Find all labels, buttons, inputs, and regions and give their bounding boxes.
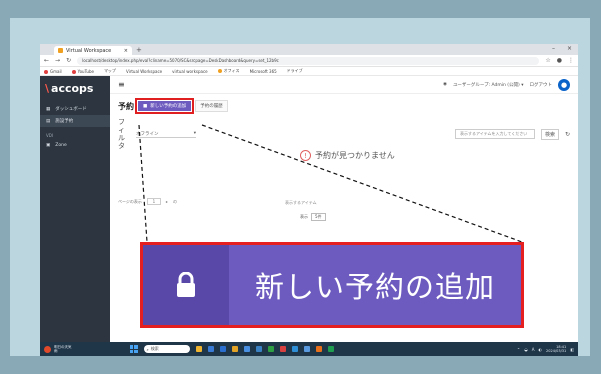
search-input[interactable]: 表示するアイテムを入力してください [454,129,535,139]
bookmark-item[interactable]: virtual workspace [172,69,207,74]
windows-start-icon[interactable] [129,345,138,353]
sidebar-item-reservations[interactable]: ▤ 施設予約 [40,115,110,127]
bookmark-item[interactable]: Microsoft 365 [250,69,277,74]
filter-label: フィルタ [118,118,125,150]
app-icon[interactable] [279,346,286,352]
taskbar-search-input[interactable]: ⌕ 検索 [143,345,190,353]
avatar[interactable]: ● [558,78,570,91]
zoom-callout: 新しい予約の追加 [140,242,524,328]
history-button[interactable]: 予約の履歴 [195,100,228,112]
file-explorer-icon[interactable] [195,346,202,352]
filter-row: フィルタ オフライン ▾ 表示するアイテムを入力してください 検索 ↻ [110,118,578,150]
bookmark-item[interactable]: Gmail [44,69,62,74]
system-tray: ⌃ ◒ A ◐ 18:41 2024/03/31 ◧ [517,345,574,353]
browser-tab[interactable]: Virtual Workspace × [54,46,132,55]
per-page-select[interactable]: 5件 [311,213,326,221]
bookmark-item[interactable]: オフィス [217,68,240,74]
profile-icon[interactable]: ● [557,57,562,64]
add-reservation-button[interactable]: ■ 新しい予約の追加 [134,98,195,114]
url-input[interactable]: localhost/desktop/index.php/eval?cliname… [77,56,540,65]
new-tab-icon[interactable]: + [136,46,142,54]
weather-widget[interactable]: 明日の天気 雨 [44,345,72,353]
address-bar-row: ← → ↻ localhost/desktop/index.php/eval?c… [40,55,578,67]
user-group-dropdown[interactable]: ユーザーグループ: Admin (公開) ▾ [453,82,524,88]
close-icon[interactable]: × [124,48,128,54]
windows-taskbar: 明日の天気 雨 ⌕ 検索 ⌃ ◒ A ◐ 18:41 2024/03/31 ◧ [40,342,578,356]
clock[interactable]: 18:41 2024/03/31 [546,345,566,353]
forward-icon[interactable]: → [55,57,60,64]
bookmarks-bar: Gmail YouTube マップ Virtual Workspace virt… [40,67,578,76]
sidebar-section-label: VDI [46,133,53,138]
logout-link[interactable]: ログアウト [530,82,553,88]
word-icon[interactable] [303,346,310,352]
logo-mark-icon: \ [45,82,50,95]
notification-icon[interactable]: ◧ [570,347,574,352]
tab-title: Virtual Workspace [66,47,112,54]
chevron-up-icon[interactable]: ⌃ [517,347,520,352]
grid-icon: ▣ [46,143,51,148]
pager: ページの表示 1 ▸ の [118,198,177,205]
bookmark-icon [44,69,48,74]
volume-icon[interactable]: ◐ [539,347,543,352]
sidebar: \ accops ▦ ダッシュボード ▤ 施設予約 VDI ▣ Zone [40,76,110,342]
topbar-right: ◉ ユーザーグループ: Admin (公開) ▾ ログアウト ● [443,78,570,91]
network-icon[interactable]: ◒ [524,347,528,352]
bookmark-item[interactable]: Virtual Workspace [126,69,162,74]
lock-icon [177,272,195,297]
search-button[interactable]: 検索 [540,128,559,140]
sidebar-item-zone[interactable]: ▣ Zone [40,140,110,151]
empty-message: 予約が見つかりません [315,151,395,160]
bookmark-icon [217,69,222,73]
bookmark-item[interactable]: ドライブ [287,68,303,74]
folder-icon[interactable] [231,346,238,352]
ime-indicator[interactable]: A [532,347,535,352]
search-icon: ⌕ [146,346,149,352]
favicon-icon [58,48,63,53]
reload-icon[interactable]: ↻ [66,57,71,64]
weather-icon [44,345,51,353]
sidebar-item-dashboard[interactable]: ▦ ダッシュボード [40,103,110,115]
close-window-icon[interactable]: × [567,45,572,52]
outlook-icon[interactable] [291,346,298,352]
page-next-icon[interactable]: ▸ [166,199,168,204]
page-input[interactable]: 1 [146,198,161,205]
callout-text: 新しい予約の追加 [254,270,495,304]
lock-icon: ■ [143,103,148,109]
edge-icon[interactable] [207,346,214,352]
teams-icon[interactable] [255,346,262,352]
star-icon[interactable]: ☆ [545,57,550,64]
hamburger-icon[interactable]: ≡ [118,80,125,89]
filter-select[interactable]: オフライン ▾ [136,131,196,138]
per-page: 表示 5件 [300,213,326,221]
topbar: ≡ ◉ ユーザーグループ: Admin (公開) ▾ ログアウト ● [110,76,578,94]
info-icon: ! [300,150,311,161]
browser-tabbar: Virtual Workspace × + – × [40,44,578,55]
logo: \ accops [45,82,94,95]
empty-state: ! 予約が見つかりません [300,150,395,161]
callout-icon-box [143,245,229,325]
excel-icon[interactable] [327,346,334,352]
refresh-icon[interactable]: ↻ [565,131,570,138]
chrome-icon[interactable] [267,346,274,352]
bookmark-icon [71,69,76,74]
taskbar-apps [195,346,334,352]
bookmark-item[interactable]: マップ [104,68,116,74]
window-controls: – × [552,45,572,52]
content-header: 予約 ■ 新しい予約の追加 予約の履歴 [110,94,578,118]
items-text: 表示するアイテム [285,200,317,205]
powerpoint-icon[interactable] [315,346,322,352]
chevron-down-icon: ▾ [193,130,196,136]
calendar-icon: ▤ [46,118,51,124]
bookmark-item[interactable]: YouTube [71,69,94,74]
store-icon[interactable] [243,346,250,352]
page-title: 予約 [118,101,134,111]
back-icon[interactable]: ← [44,57,49,64]
minimize-icon[interactable]: – [552,45,555,52]
menu-icon[interactable]: ⋮ [568,57,574,64]
dashboard-icon: ▦ [46,106,51,112]
bell-icon[interactable]: ◉ [443,82,447,87]
mail-icon[interactable] [219,346,226,352]
